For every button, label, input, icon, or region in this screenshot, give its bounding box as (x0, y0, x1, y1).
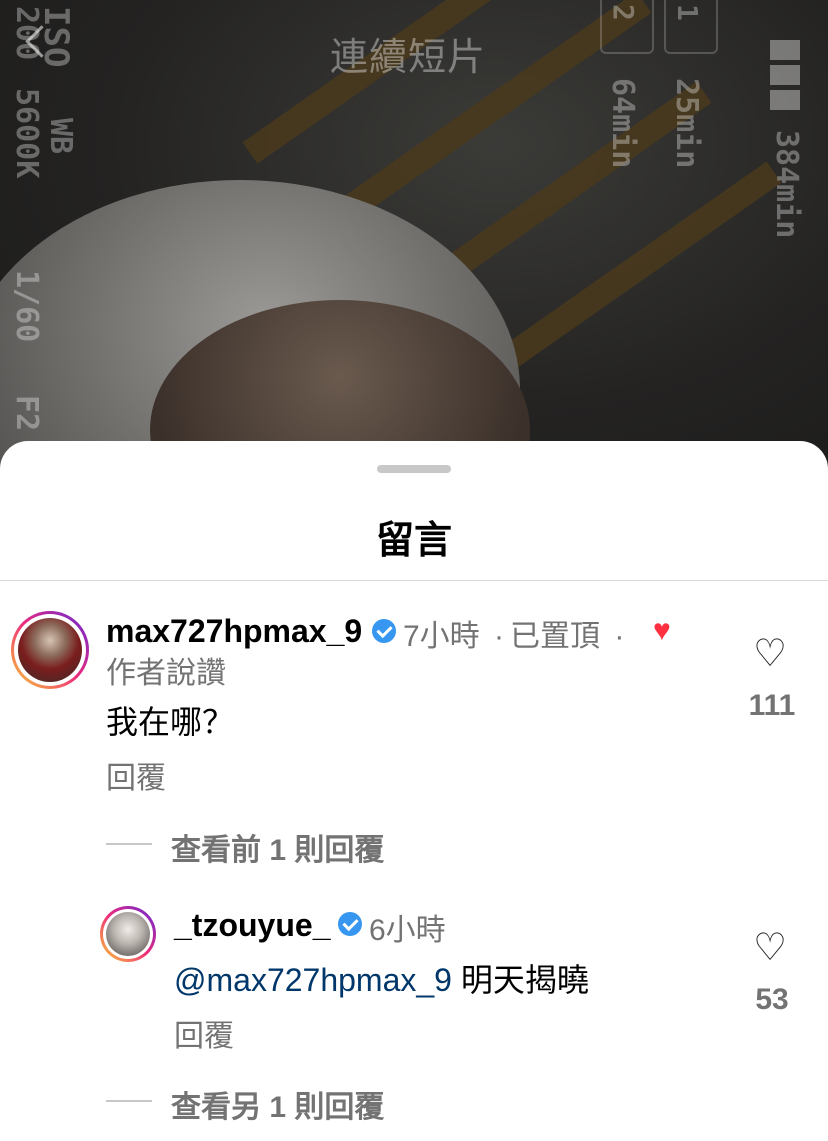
osd-wb-value: 5600K (9, 88, 44, 179)
reply-button[interactable]: 回覆 (174, 1011, 234, 1055)
creator-heart-icon: ♥ (653, 614, 671, 647)
osd-shutter: 1/60 (9, 270, 44, 343)
reply-username[interactable]: _tzouyue_ (174, 907, 330, 944)
comment-time: 7小時 (403, 620, 480, 653)
like-count: 111 (748, 689, 796, 722)
view-replies-line (106, 1100, 152, 1102)
comments-sheet: 留言 max727hpmax_9 7小時 · 已置頂 · ♥ 作者說讚 我在哪？ … (0, 441, 828, 1141)
pinned-label: 已置頂 (510, 620, 601, 653)
avatar[interactable] (11, 611, 89, 689)
comment-meta: 7小時 · 已置頂 · (403, 611, 630, 655)
drag-handle[interactable] (377, 465, 451, 473)
divider (0, 580, 828, 581)
video-title: 連續短片 (330, 35, 487, 79)
avatar[interactable] (100, 906, 156, 962)
sheet-title: 留言 (375, 520, 452, 562)
osd-time-2: 64min (605, 78, 640, 169)
osd-aperture: F2 (9, 395, 44, 432)
osd-wb-label: WB (43, 118, 78, 155)
osd-time-total: 384min (769, 130, 804, 239)
reply-button[interactable]: 回覆 (106, 753, 166, 797)
verified-badge-icon (372, 619, 396, 643)
comment-text: 我在哪？ (106, 704, 235, 740)
like-count: 53 (755, 983, 789, 1016)
meta-separator: · (614, 620, 625, 653)
heart-outline-icon[interactable]: ♡ (753, 929, 787, 967)
meta-separator: · (494, 620, 505, 653)
video-background: 連續短片 ISO 200 WB 5600K 1/60 F2 2 1 64min … (0, 0, 828, 480)
verified-badge-icon (338, 912, 362, 936)
heart-outline-icon[interactable]: ♡ (753, 635, 787, 673)
comment-username[interactable]: max727hpmax_9 (106, 613, 362, 650)
creator-like-label: 作者說讚 (106, 657, 226, 690)
osd-time-1: 25min (669, 78, 704, 169)
mention-link[interactable]: @max727hpmax_9 (174, 962, 452, 998)
reply-text: 明天揭曉 (451, 962, 589, 998)
view-replies-line (106, 843, 152, 845)
osd-slot-2: 2 (607, 4, 640, 21)
osd-slot-1: 1 (671, 4, 704, 21)
reply-time: 6小時 (369, 914, 446, 947)
battery-icon (770, 40, 800, 116)
view-replies-button[interactable]: 查看另 1 則回覆 (171, 1082, 384, 1126)
osd-iso-value: 200 (9, 6, 44, 61)
view-replies-button[interactable]: 查看前 1 則回覆 (171, 825, 384, 869)
